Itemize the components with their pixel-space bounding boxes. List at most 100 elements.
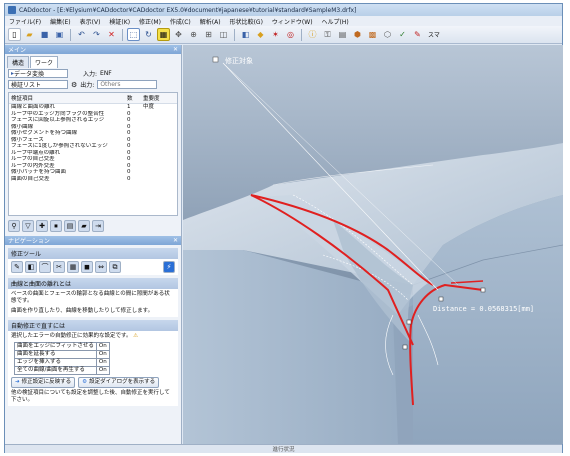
export-icon[interactable]: ▣ — [53, 28, 66, 41]
fill-tool-icon[interactable]: ◼ — [81, 261, 93, 273]
fix-icon[interactable]: ✚ — [36, 220, 48, 232]
lock-icon[interactable]: ⚿ — [321, 28, 334, 41]
menu-help[interactable]: ヘルプ(H) — [322, 17, 349, 26]
settings-table: 曲面をエッジにフィットさせる On 曲面を延長する On エッジを挿入する On 全て… — [14, 342, 110, 375]
title-bar: CADdoctor - [E:¥Elysium¥CADdoctor¥CADdoc… — [5, 4, 562, 16]
target-icon[interactable]: ◎ — [284, 28, 297, 41]
info-icon[interactable]: ⓘ — [306, 28, 319, 41]
footer-text: 他の検証項目についても設定を調整した後、自動修正を実行して下さい。 — [11, 390, 170, 403]
toolbar-separator — [234, 28, 235, 41]
undo-icon[interactable]: ↶ — [75, 28, 88, 41]
fit-icon[interactable]: ⊞ — [202, 28, 215, 41]
match-tool-icon[interactable]: ⇔ — [95, 261, 107, 273]
new-file-icon[interactable]: ▯ — [8, 28, 21, 41]
stop-icon[interactable]: ⏹ — [50, 220, 62, 232]
app-icon — [8, 6, 16, 14]
color-icon[interactable]: ◆ — [254, 28, 267, 41]
input-value: ENF — [100, 70, 112, 77]
show-dialog-button[interactable]: ⚙ 設定ダイアログを表示する — [78, 377, 160, 388]
rotate-icon[interactable]: ↻ — [142, 28, 155, 41]
check-item-name: 曲面の自己交差 — [11, 175, 50, 182]
model-view[interactable]: 修正対象 Distance = 0.0568315[mm] — [183, 45, 563, 444]
open-folder-icon[interactable]: ▰ — [23, 28, 36, 41]
app-window: CADdoctor - [E:¥Elysium¥CADdoctor¥CADdoc… — [4, 3, 563, 453]
move-icon[interactable]: ✥ — [172, 28, 185, 41]
tab-structure[interactable]: 構造 — [7, 56, 30, 68]
navigation-header: ナビゲーション ✕ — [5, 236, 181, 245]
output-select[interactable]: Others — [97, 80, 158, 89]
progress-label: 進行状況 — [272, 447, 295, 453]
report-icon[interactable]: ▤ — [64, 220, 76, 232]
toolbar: ▯ ▰ ■ ▣ ↶ ↷ ✕ ⬚ ↻ ▦ ✥ ⊕ ⊞ ◫ ◧ ◆ ✶ ◎ ⓘ ⚿ … — [5, 26, 562, 44]
pin-icon[interactable]: ✶ — [269, 28, 282, 41]
tab-work[interactable]: ワーク — [30, 56, 59, 68]
filter-icon[interactable]: ▽ — [22, 220, 34, 232]
check-list-select[interactable]: 検証リスト — [8, 80, 68, 89]
distance-readout: Distance = 0.0568315[mm] — [433, 305, 534, 313]
output-label: 出力: — [80, 82, 95, 89]
camera-icon[interactable]: ▤ — [336, 28, 349, 41]
3d-viewport[interactable]: 修正対象 Distance = 0.0568315[mm] — [183, 45, 563, 444]
cube-icon[interactable]: ⬢ — [351, 28, 364, 41]
select-icon[interactable]: ⬚ — [127, 28, 140, 41]
definition-title: 曲線と曲面の離れとは — [8, 278, 178, 289]
window-title: CADdoctor - [E:¥Elysium¥CADdoctor¥CADdoc… — [19, 6, 357, 14]
menu-file[interactable]: ファイル(F) — [9, 17, 41, 26]
edit-tool-icon[interactable]: ✎ — [11, 261, 23, 273]
smart-label[interactable]: スマ — [428, 30, 440, 39]
menu-window[interactable]: ウィンドウ(W) — [272, 17, 313, 26]
auto-fix-title: 自動修正で直すには — [8, 320, 178, 331]
render-icon[interactable]: ◧ — [239, 28, 252, 41]
table-body: 曲線と曲面の離れ 1 中度 ループ中のエッジ方向フラグの整合性 0 フェースに回旋以上参照… — [9, 104, 177, 182]
join-tool-icon[interactable]: ⧉ — [109, 261, 121, 273]
menu-fix[interactable]: 修正(M) — [139, 17, 161, 26]
menu-create[interactable]: 作成(C) — [170, 17, 191, 26]
marker-point[interactable] — [438, 296, 444, 302]
highlight-icon[interactable]: ▦ — [157, 28, 170, 41]
brush-icon[interactable]: ✎ — [411, 28, 424, 41]
arrow-icon: ➜ — [15, 379, 20, 385]
menu-bar: ファイル(F) 編集(E) 表示(V) 検証(K) 修正(M) 作成(C) 解析… — [5, 16, 562, 26]
checklist-row: 検証リスト ⚙ 出力: Others — [5, 79, 181, 90]
wire-icon[interactable]: ⬡ — [381, 28, 394, 41]
surface-tool-icon[interactable]: ◧ — [25, 261, 37, 273]
marker-point[interactable] — [402, 344, 408, 350]
left-panel: メイン ✕ 構造 ワーク ▸ データ変換 入力: ENF 検証リスト ⚙ 出力:… — [5, 45, 182, 444]
folder-icon[interactable]: ▰ — [78, 220, 90, 232]
curve-tool-icon[interactable]: ⌒ — [39, 261, 51, 273]
check-item-severity — [143, 176, 173, 183]
check-results-table: 検証項目 数 重要度 曲線と曲面の離れ 1 中度 ループ中のエッジ方向フラグの整合性 0… — [8, 92, 178, 216]
main-panel-header: メイン ✕ — [5, 45, 181, 54]
check-tools-row: ⚲ ▽ ✚ ⏹ ▤ ▰ ⇥ — [5, 218, 181, 234]
save-icon[interactable]: ■ — [38, 28, 51, 41]
menu-analyze[interactable]: 解析(A) — [200, 17, 221, 26]
auto-fix-icon[interactable]: ⚡ — [163, 261, 175, 273]
table-row: 曲面をエッジにフィットさせる On — [14, 342, 110, 351]
menu-compare[interactable]: 形状比較(G) — [230, 17, 263, 26]
marker-point[interactable] — [406, 319, 412, 325]
menu-verify[interactable]: 検証(K) — [109, 17, 130, 26]
fix-tool-title: 修正ツール — [8, 248, 178, 259]
view-icon[interactable]: ◫ — [217, 28, 230, 41]
redo-icon[interactable]: ↷ — [90, 28, 103, 41]
marker-point[interactable] — [480, 287, 486, 293]
check-icon[interactable]: ✓ — [396, 28, 409, 41]
data-convert-select[interactable]: ▸ データ変換 — [8, 69, 68, 78]
trim-tool-icon[interactable]: ✂ — [53, 261, 65, 273]
search-icon[interactable]: ⚲ — [8, 220, 20, 232]
table-row[interactable]: 曲面の自己交差 0 — [9, 176, 177, 183]
delete-icon[interactable]: ✕ — [105, 28, 118, 41]
zoom-icon[interactable]: ⊕ — [187, 28, 200, 41]
input-label: 入力: — [83, 71, 98, 78]
menu-edit[interactable]: 編集(E) — [50, 17, 70, 26]
menu-view[interactable]: 表示(V) — [80, 17, 101, 26]
close-icon[interactable]: ✕ — [173, 237, 178, 244]
export-report-icon[interactable]: ⇥ — [92, 220, 104, 232]
box-icon[interactable]: ▩ — [366, 28, 379, 41]
close-icon[interactable]: ✕ — [173, 46, 178, 53]
fix-tool-icons: ✎ ◧ ⌒ ✂ ▦ ◼ ⇔ ⧉ ⚡ — [8, 259, 178, 275]
mesh-tool-icon[interactable]: ▦ — [67, 261, 79, 273]
check-item-count: 0 — [127, 175, 131, 182]
settings-icon[interactable]: ⚙ — [71, 81, 77, 89]
apply-settings-button[interactable]: ➜ 修正設定に反映する — [11, 377, 76, 388]
